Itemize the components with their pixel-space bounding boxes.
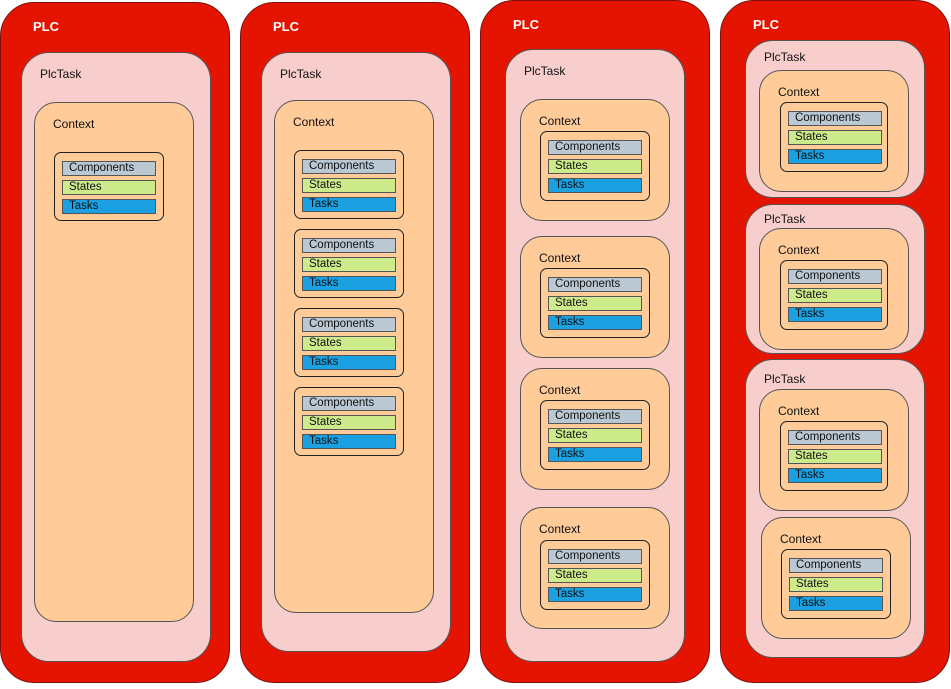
components-bar: Components (302, 317, 396, 332)
components-bar: Components (548, 409, 642, 424)
context-label: Context (539, 114, 581, 128)
tasks-bar: Tasks (788, 468, 882, 483)
components-bar: Components (302, 238, 396, 253)
components-bar: Components (302, 396, 396, 411)
components-bar: Components (62, 161, 156, 176)
components-bar: Components (302, 159, 396, 174)
states-bar: States (62, 180, 156, 195)
states-bar: States (789, 577, 883, 592)
plctask-label: PlcTask (764, 372, 806, 386)
context-label: Context (778, 243, 820, 257)
component-group: Components States Tasks (294, 150, 404, 219)
components-bar: Components (788, 269, 882, 284)
components-bar: Components (788, 430, 882, 445)
component-group: Components States Tasks (54, 152, 164, 221)
plctask-label: PlcTask (524, 64, 566, 78)
component-group: Components States Tasks (540, 400, 650, 470)
states-bar: States (548, 568, 642, 583)
tasks-bar: Tasks (788, 307, 882, 322)
context-label: Context (778, 404, 820, 418)
tasks-bar: Tasks (302, 276, 396, 291)
plc-label: PLC (753, 17, 779, 32)
tasks-bar: Tasks (548, 315, 642, 330)
context-label: Context (539, 383, 581, 397)
states-bar: States (788, 449, 882, 464)
tasks-bar: Tasks (62, 199, 156, 214)
component-group: Components States Tasks (540, 131, 650, 201)
states-bar: States (788, 130, 882, 145)
component-group: Components States Tasks (780, 421, 888, 491)
component-group: Components States Tasks (294, 229, 404, 298)
plc-label: PLC (33, 19, 59, 34)
plctask-label: PlcTask (764, 212, 806, 226)
states-bar: States (788, 288, 882, 303)
plc-label: PLC (273, 19, 299, 34)
tasks-bar: Tasks (788, 149, 882, 164)
component-group: Components States Tasks (780, 260, 888, 330)
context-label: Context (539, 522, 581, 536)
component-group: Components States Tasks (294, 308, 404, 377)
tasks-bar: Tasks (548, 178, 642, 193)
states-bar: States (302, 415, 396, 430)
states-bar: States (548, 296, 642, 311)
component-group: Components States Tasks (540, 268, 650, 338)
context-label: Context (293, 115, 335, 129)
component-group: Components States Tasks (780, 102, 888, 172)
tasks-bar: Tasks (789, 596, 883, 611)
states-bar: States (548, 428, 642, 443)
plctask-label: PlcTask (40, 67, 82, 81)
states-bar: States (302, 178, 396, 193)
states-bar: States (302, 257, 396, 272)
tasks-bar: Tasks (302, 434, 396, 449)
context-label: Context (53, 117, 95, 131)
component-group: Components States Tasks (781, 549, 891, 619)
component-group: Components States Tasks (294, 387, 404, 456)
states-bar: States (302, 336, 396, 351)
tasks-bar: Tasks (548, 587, 642, 602)
tasks-bar: Tasks (302, 355, 396, 370)
components-bar: Components (548, 277, 642, 292)
tasks-bar: Tasks (302, 197, 396, 212)
context-label: Context (780, 532, 822, 546)
context-label: Context (539, 251, 581, 265)
components-bar: Components (548, 549, 642, 564)
tasks-bar: Tasks (548, 447, 642, 462)
plctask-label: PlcTask (764, 50, 806, 64)
states-bar: States (548, 159, 642, 174)
plc-label: PLC (513, 17, 539, 32)
components-bar: Components (788, 111, 882, 126)
component-group: Components States Tasks (540, 540, 650, 610)
components-bar: Components (548, 140, 642, 155)
plctask-label: PlcTask (280, 67, 322, 81)
context-label: Context (778, 85, 820, 99)
components-bar: Components (789, 558, 883, 573)
